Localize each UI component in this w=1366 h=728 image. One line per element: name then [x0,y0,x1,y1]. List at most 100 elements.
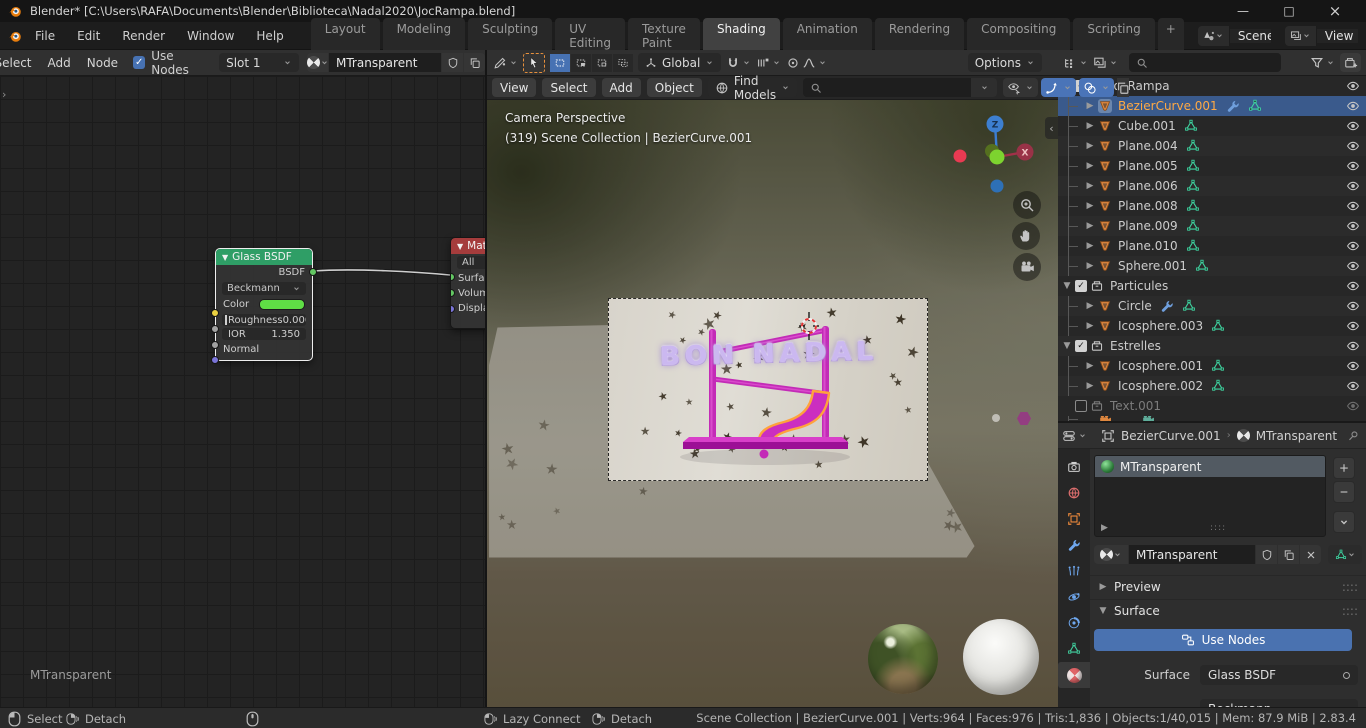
active-tool-tweak-button[interactable] [523,52,545,73]
slot-list-expand[interactable]: ▶ [1101,523,1108,533]
material-name-input[interactable]: MTransparent [1129,545,1255,564]
material-name-field[interactable]: MTransparent [329,53,441,72]
workspace-tab-compositing[interactable]: Compositing [967,17,1071,54]
tool-presets-button[interactable] [493,56,518,70]
collection-checkbox[interactable] [1075,400,1087,412]
outliner-item-label[interactable]: Plane.005 [1118,159,1178,173]
bsdf-output-socket[interactable] [309,268,317,276]
hdri-preview-sphere[interactable] [868,624,938,694]
outliner-row-plane.009[interactable]: ▶ Plane.009 [1058,216,1366,236]
outliner-item-label[interactable]: Icosphere.001 [1118,359,1203,373]
visibility-eye-icon[interactable] [1346,99,1360,113]
material-slot-item[interactable]: MTransparent [1095,456,1325,477]
hexagon-object[interactable] [1017,412,1031,425]
outliner-item-label[interactable]: Particules [1110,279,1168,293]
properties-tab-physics[interactable] [1058,584,1090,610]
visibility-eye-icon[interactable] [1346,399,1360,413]
search-expand-button[interactable] [971,78,998,97]
outliner-filter-button[interactable] [1310,56,1335,70]
workspace-tab-modeling[interactable]: Modeling [382,17,466,54]
scene-browse-button[interactable] [1197,25,1230,46]
outliner-item-label[interactable]: Plane.009 [1118,219,1178,233]
workspace-tab-texture-paint[interactable]: Texture Paint [628,17,700,54]
properties-tab-object[interactable] [1058,506,1090,532]
menu-render[interactable]: Render [113,26,174,46]
outliner-row-circle[interactable]: ▶ Circle [1058,296,1366,316]
outliner-row-plane.008[interactable]: ▶ Plane.008 [1058,196,1366,216]
new-collection-button[interactable] [1340,53,1361,72]
material-browse-dropdown[interactable] [1094,545,1128,564]
visibility-eye-icon[interactable] [1346,259,1360,273]
options-dropdown[interactable]: Options [967,53,1042,72]
outliner-item-label[interactable]: Circle [1118,299,1152,313]
menu-help[interactable]: Help [247,26,292,46]
select-mode-intersect-button[interactable] [613,53,633,72]
select-mode-new-button[interactable] [550,53,570,72]
breadcrumb-material[interactable]: MTransparent [1256,429,1337,443]
workspace-tab-animation[interactable]: Animation [782,17,872,54]
menu-window[interactable]: Window [178,26,243,46]
workspace-tab-layout[interactable]: Layout [310,17,380,54]
outliner-display-mode-button[interactable] [1093,56,1118,70]
outliner-item-label[interactable]: Cube.001 [1118,119,1176,133]
outliner-item-label[interactable]: Estrelles [1110,339,1161,353]
viewport-menu-select[interactable]: Select [542,78,596,97]
visibility-eye-icon[interactable] [1346,119,1360,133]
outliner-item-label[interactable]: Plane.004 [1118,139,1178,153]
proportional-edit-button[interactable] [786,56,827,70]
maximize-button[interactable]: □ [1266,0,1312,22]
outliner-row-text.001[interactable]: Text.001 [1058,396,1366,416]
scene-name[interactable]: Scene.002 [1229,28,1271,43]
material-output-node[interactable]: ▼Material Output All Surface Volume Disp… [450,237,485,329]
outliner-row-icosphere.002[interactable]: ▶ Icosphere.002 [1058,376,1366,396]
outliner-row-plane.006[interactable]: ▶ Plane.006 [1058,176,1366,196]
glass-bsdf-node[interactable]: ▼ Glass BSDF BSDF Beckmann Color Roughnes… [211,248,317,364]
minimize-button[interactable]: — [1220,0,1266,22]
outliner-row-plane.004[interactable]: ▶ Plane.004 [1058,136,1366,156]
node-canvas[interactable]: › ▼ Glass BSDF BSDF Beckmann Color Rough… [0,76,485,707]
select-mode-subtract-button[interactable] [592,53,612,72]
camera-view-button[interactable] [1013,253,1041,281]
material-preview-sphere[interactable] [963,619,1039,695]
distribution-dropdown[interactable]: Beckmann [222,282,306,295]
expand-arrow-icon[interactable]: ▶ [1085,321,1095,331]
expand-arrow-icon[interactable]: ▶ [1085,301,1095,311]
preview-panel-header[interactable]: ▶ Preview:::: [1090,575,1366,597]
expand-arrow-icon[interactable]: ▶ [1085,121,1095,131]
link-target-dropdown[interactable] [1328,545,1362,564]
object-visibility-dropdown[interactable] [1003,78,1039,97]
visibility-eye-icon[interactable] [1346,139,1360,153]
material-copy-button[interactable] [464,53,485,72]
expand-arrow-icon[interactable]: ▶ [1085,141,1095,151]
use-nodes-button[interactable]: Use Nodes [1094,629,1352,651]
roughness-slider[interactable]: Roughness 0.000 [222,314,306,326]
outliner-item-label[interactable]: Sphere.001 [1118,259,1187,273]
visibility-eye-icon[interactable] [1346,219,1360,233]
menu-edit[interactable]: Edit [68,26,109,46]
material-fake-user-button[interactable] [1256,545,1277,564]
ior-input-socket[interactable] [211,341,219,349]
outliner-row-estrelles[interactable]: ▼ ✓ Estrelles [1058,336,1366,356]
expand-arrow-icon[interactable]: ▶ [1085,241,1095,251]
outliner-row-beziercurve.001[interactable]: ▶ BezierCurve.001 [1058,96,1366,116]
sphere-object[interactable] [992,414,1000,422]
outliner-row-icosphere.003[interactable]: ▶ Icosphere.003 [1058,316,1366,336]
add-workspace-button[interactable]: + [1157,17,1184,54]
properties-tab-constraints[interactable] [1058,610,1090,636]
outliner-item-label[interactable]: Plane.008 [1118,199,1178,213]
collection-checkbox[interactable]: ✓ [1075,340,1087,352]
visibility-eye-icon[interactable] [1346,339,1360,353]
surface-shader-dropdown[interactable]: Glass BSDF [1200,665,1358,685]
visibility-eye-icon[interactable] [1346,199,1360,213]
visibility-eye-icon[interactable] [1346,359,1360,373]
visibility-eye-icon[interactable] [1346,379,1360,393]
expand-arrow-icon[interactable]: ▶ [1085,381,1095,391]
viewport-menu-view[interactable]: View [492,78,537,97]
workspace-tab-sculpting[interactable]: Sculpting [468,17,553,54]
expand-arrow-icon[interactable]: ▶ [1085,361,1095,371]
visibility-eye-icon[interactable] [1346,159,1360,173]
visibility-eye-icon[interactable] [1346,299,1360,313]
close-button[interactable]: × [1312,0,1358,22]
visibility-eye-icon[interactable] [1346,319,1360,333]
properties-tab-object-data[interactable] [1058,636,1090,662]
